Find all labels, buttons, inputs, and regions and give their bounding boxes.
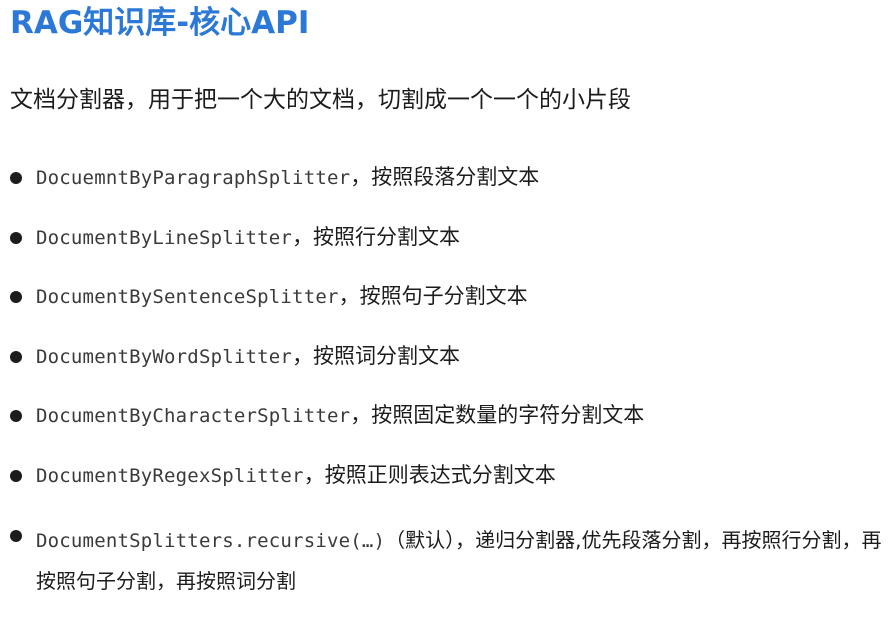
item-description: ，按照行分割文本 [292,225,461,249]
list-item: DocumentSplitters.recursive(…)（默认），递归分割器… [10,520,885,601]
bullet-icon [10,410,22,422]
list-item-body: DocumentSplitters.recursive(…)（默认），递归分割器… [36,520,885,601]
class-name: DocumentSplitters.recursive(…) [36,530,386,552]
bullet-icon [10,530,22,542]
class-name: DocumentBySentenceSplitter [36,286,339,308]
list-item-body: DocuemntByParagraphSplitter，按照段落分割文本 [36,162,885,193]
class-name: DocumentByWordSplitter [36,346,293,368]
class-name: DocumentByCharacterSplitter [36,405,351,427]
bullet-icon [10,172,22,184]
list-item-body: DocumentByWordSplitter，按照词分割文本 [36,341,885,372]
item-description: ，按照固定数量的字符分割文本 [350,403,645,427]
bullet-icon [10,351,22,363]
bullet-icon [10,470,22,482]
class-name: DocumentByLineSplitter [36,227,293,249]
bullet-icon [10,232,22,244]
list-item-body: DocumentByRegexSplitter，按照正则表达式分割文本 [36,460,885,491]
item-description: ，按照词分割文本 [292,344,461,368]
class-name: DocuemntByParagraphSplitter [36,167,351,189]
list-item: DocumentByCharacterSplitter，按照固定数量的字符分割文… [10,400,885,431]
page-subtitle: 文档分割器，用于把一个大的文档，切割成一个一个的小片段 [10,87,631,113]
bullet-icon [10,291,22,303]
class-name: DocumentByRegexSplitter [36,465,304,487]
list-item: DocumentByLineSplitter，按照行分割文本 [10,222,885,253]
item-description: ，按照句子分割文本 [338,284,528,308]
list-item: DocuemntByParagraphSplitter，按照段落分割文本 [10,162,885,193]
list-item: DocumentByWordSplitter，按照词分割文本 [10,341,885,372]
list-item-body: DocumentByLineSplitter，按照行分割文本 [36,222,885,253]
item-description: ，按照正则表达式分割文本 [303,463,556,487]
list-item: DocumentBySentenceSplitter，按照句子分割文本 [10,281,885,312]
list-item-body: DocumentBySentenceSplitter，按照句子分割文本 [36,281,885,312]
item-description: ，按照段落分割文本 [350,165,540,189]
page-title: RAG知识库-核心API [10,5,310,41]
list-item: DocumentByRegexSplitter，按照正则表达式分割文本 [10,460,885,491]
list-item-body: DocumentByCharacterSplitter，按照固定数量的字符分割文… [36,400,885,431]
